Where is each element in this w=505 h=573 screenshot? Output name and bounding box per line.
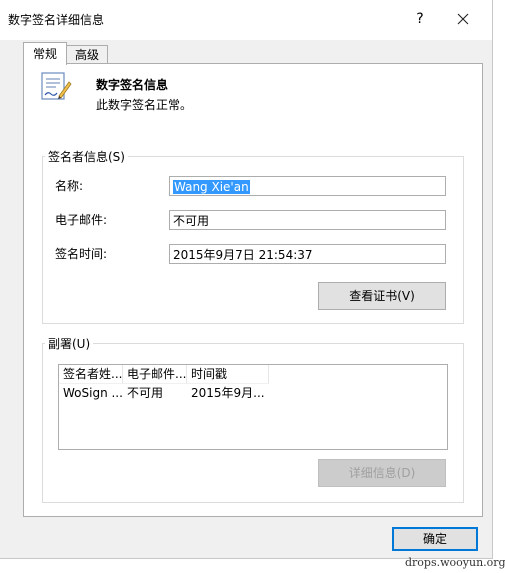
name-field[interactable]: Wang Xie'an xyxy=(169,176,446,196)
tab-advanced[interactable]: 高级 xyxy=(66,45,108,64)
signing-time-label: 签名时间: xyxy=(55,247,108,261)
close-icon xyxy=(457,13,469,25)
list-item[interactable]: WoSign ... 不可用 2015年9月... xyxy=(59,384,269,402)
email-label: 电子邮件: xyxy=(55,213,108,227)
signature-status-text: 此数字签名正常。 xyxy=(96,98,193,112)
close-button[interactable] xyxy=(452,8,474,30)
signing-time-field[interactable]: 2015年9月7日 21:54:37 xyxy=(169,244,446,264)
help-button[interactable]: ? xyxy=(410,8,430,30)
tab-panel-general: 数字签名信息 此数字签名正常。 签名者信息(S) 名称: Wang Xie'an… xyxy=(23,63,483,517)
cell-email: 不可用 xyxy=(127,386,164,400)
title-bar: 数字签名详细信息 ? xyxy=(0,0,492,40)
column-header-timestamp[interactable]: 时间戳 xyxy=(187,365,269,383)
countersignatures-list[interactable]: 签名者姓... 电子邮件... 时间戳 WoSign ... 不可用 2015年… xyxy=(58,364,448,450)
window-title: 数字签名详细信息 xyxy=(8,13,105,27)
email-field[interactable]: 不可用 xyxy=(169,210,446,230)
countersignatures-group: 副署(U) 签名者姓... 电子邮件... 时间戳 WoSign ... 不可用… xyxy=(42,335,464,503)
signature-document-icon xyxy=(41,72,72,100)
signature-info-title: 数字签名信息 xyxy=(96,78,169,92)
column-header-signer[interactable]: 签名者姓... xyxy=(59,365,123,383)
signer-info-group: 签名者信息(S) 名称: Wang Xie'an 电子邮件: 不可用 签名时间:… xyxy=(42,148,464,324)
name-value: Wang Xie'an xyxy=(173,180,250,194)
cell-timestamp: 2015年9月... xyxy=(191,386,265,400)
column-header-email[interactable]: 电子邮件... xyxy=(123,365,187,383)
details-button[interactable]: 详细信息(D) xyxy=(318,459,446,487)
list-header: 签名者姓... 电子邮件... 时间戳 xyxy=(59,365,269,384)
signer-info-group-label: 签名者信息(S) xyxy=(45,148,128,165)
name-label: 名称: xyxy=(55,179,84,193)
tab-general[interactable]: 常规 xyxy=(23,42,67,65)
ok-button[interactable]: 确定 xyxy=(392,527,478,551)
countersignatures-group-label: 副署(U) xyxy=(45,335,94,352)
watermark-text: drops.wooyun.org xyxy=(405,556,505,569)
dialog-window: 数字签名详细信息 ? 常规 高级 数字签名信息 此数字签名正常。 签名者信息(S… xyxy=(0,0,493,559)
cell-signer: WoSign ... xyxy=(63,386,123,400)
view-certificate-button[interactable]: 查看证书(V) xyxy=(318,282,446,310)
